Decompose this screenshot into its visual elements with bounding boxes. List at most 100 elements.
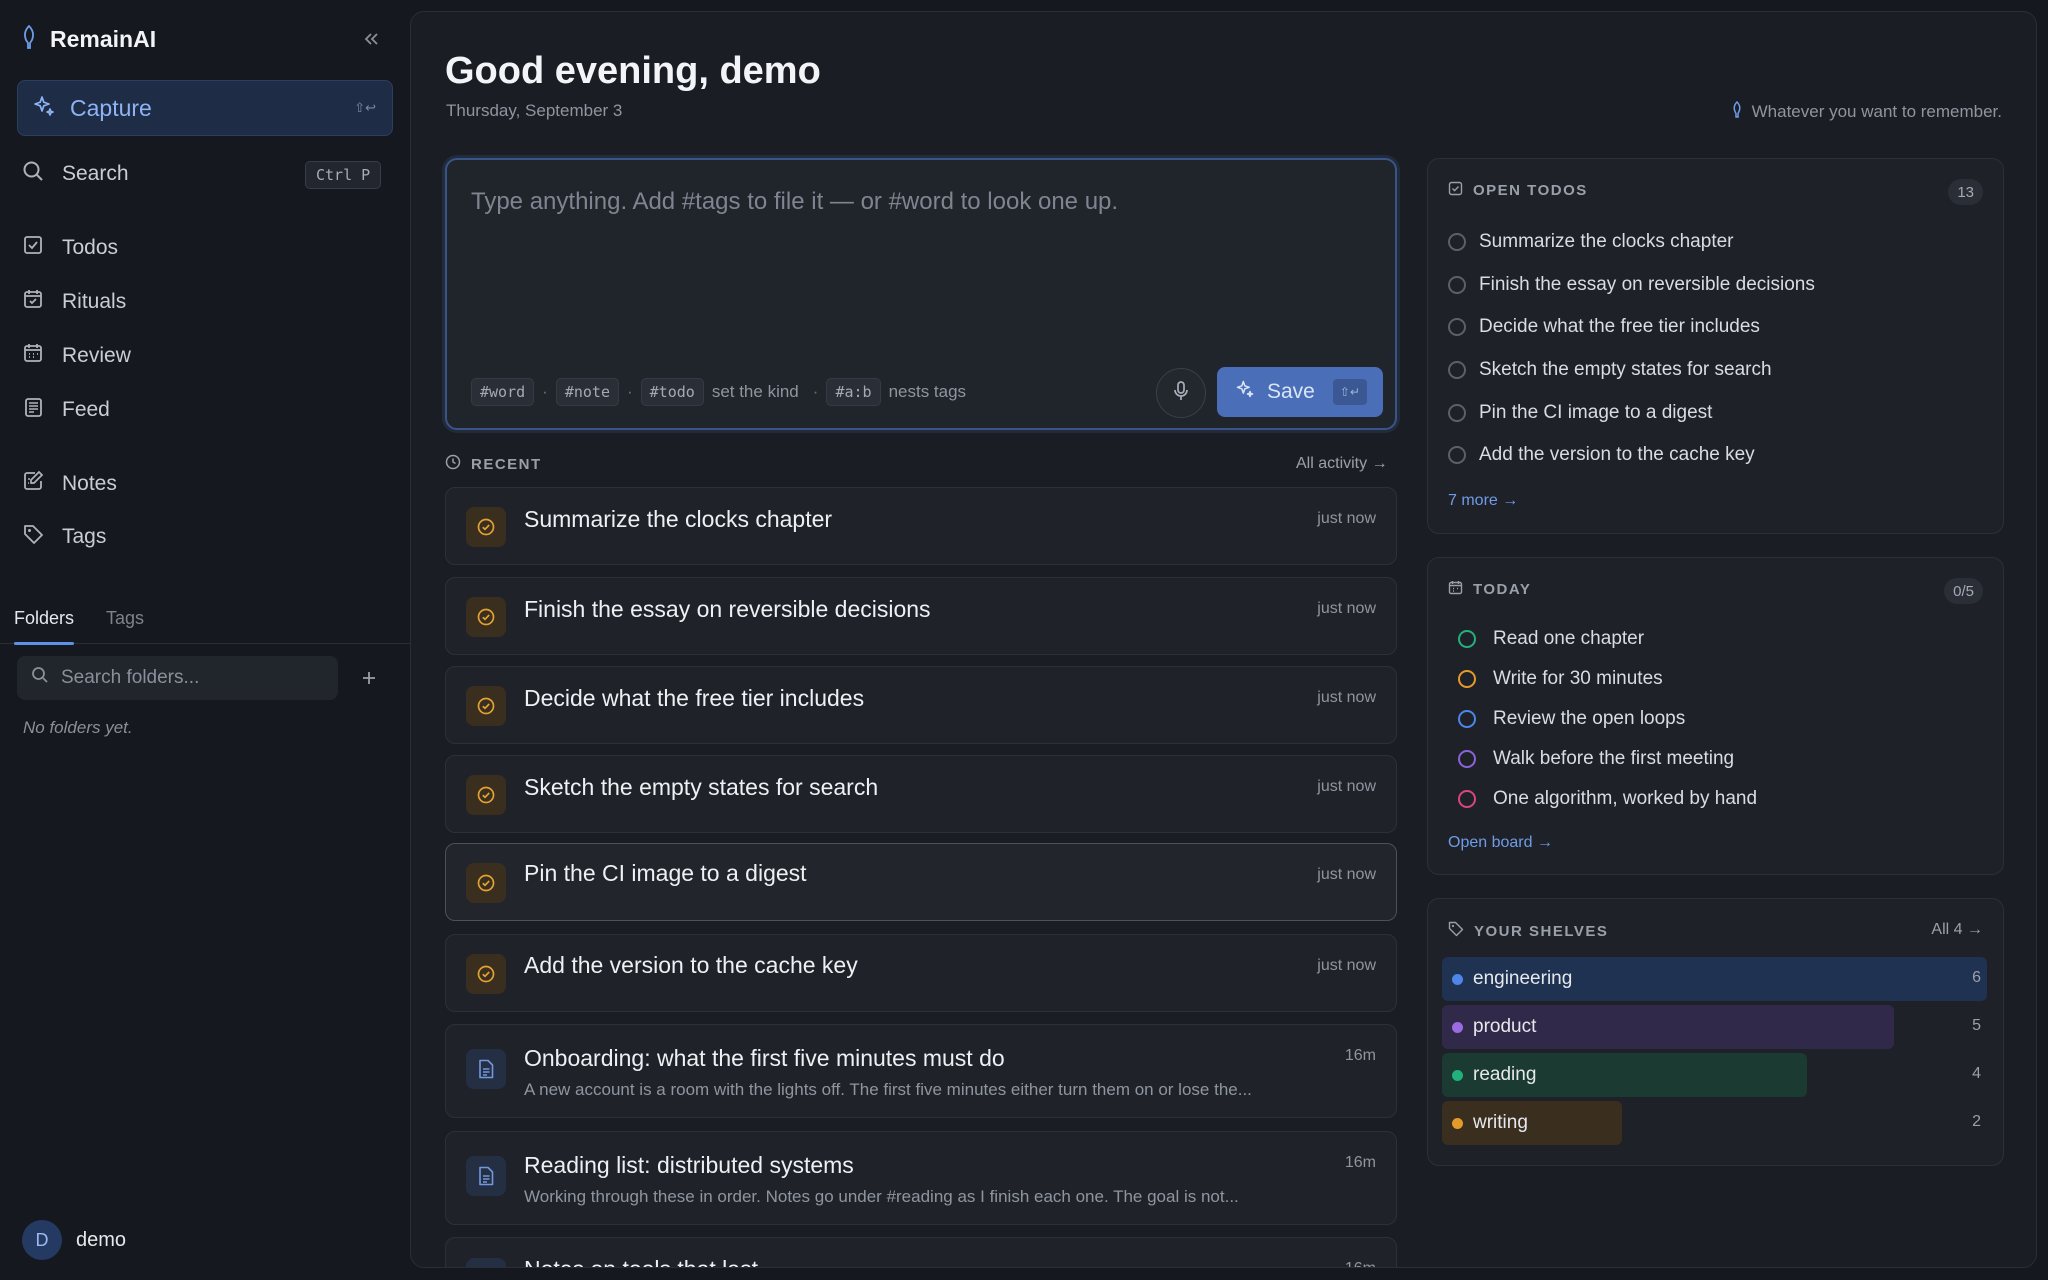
separator: · xyxy=(626,382,633,401)
separator: · xyxy=(542,382,548,401)
microphone-button[interactable] xyxy=(1156,368,1206,418)
shelf-count: 2 xyxy=(1972,1113,1981,1130)
composer-hints: #word · #note · #todo set the kind · #a:… xyxy=(471,378,966,406)
recent-item-title: Onboarding: what the first five minutes … xyxy=(524,1045,1005,1071)
panel-title: YOUR SHELVES xyxy=(1474,922,1609,940)
sidebar-item-search[interactable]: Search xyxy=(22,154,129,194)
todo-item[interactable]: Add the version to the cache key xyxy=(1448,444,1755,466)
all-shelves-link[interactable]: All 4 → xyxy=(1931,921,1983,939)
more-todos-link[interactable]: 7 more → xyxy=(1448,492,1518,510)
panel-title: TODAY xyxy=(1473,581,1532,598)
search-icon xyxy=(31,666,49,690)
recent-item[interactable]: Onboarding: what the first five minutes … xyxy=(445,1024,1397,1118)
sidebar-item-review[interactable]: Review xyxy=(22,336,131,376)
shelf-item-product[interactable]: product xyxy=(1442,1005,1894,1049)
recent-item-title: Sketch the empty states for search xyxy=(524,774,879,800)
open-todos-panel: OPEN TODOS 13 Summarize the clocks chapt… xyxy=(1427,158,2004,534)
todo-checkbox[interactable] xyxy=(1448,404,1466,422)
capture-button[interactable]: Capture ⇧↩ xyxy=(17,80,393,136)
recent-item-excerpt: Working through these in order. Notes go… xyxy=(524,1187,1239,1206)
todo-checkbox[interactable] xyxy=(1448,361,1466,379)
shelves-panel: YOUR SHELVES All 4 → engineering 6 produ… xyxy=(1427,898,2004,1166)
ritual-checkbox[interactable] xyxy=(1458,710,1476,728)
microphone-icon xyxy=(1172,380,1190,407)
tab-tags[interactable]: Tags xyxy=(106,608,144,629)
recent-item-title: Finish the essay on reversible decisions xyxy=(524,596,931,622)
sidebar-item-label: Search xyxy=(62,162,129,185)
ritual-checkbox[interactable] xyxy=(1458,630,1476,648)
recent-item[interactable]: Finish the essay on reversible decisions… xyxy=(445,577,1397,655)
todo-label: Summarize the clocks chapter xyxy=(1479,231,1734,252)
avatar: D xyxy=(22,1220,62,1260)
user-name: demo xyxy=(76,1228,127,1251)
capture-composer[interactable]: Type anything. Add #tags to file it — or… xyxy=(445,158,1397,430)
ritual-checkbox[interactable] xyxy=(1458,790,1476,808)
open-board-link[interactable]: Open board → xyxy=(1448,834,1553,852)
hint-text: set the kind xyxy=(711,382,799,401)
ritual-checkbox[interactable] xyxy=(1458,670,1476,688)
sidebar-item-notes[interactable]: Notes xyxy=(22,464,117,504)
save-label: Save xyxy=(1267,380,1315,403)
sparkle-icon xyxy=(1235,379,1255,405)
sidebar-item-label: Feed xyxy=(62,398,110,421)
sidebar-item-todos[interactable]: Todos xyxy=(22,228,118,268)
recent-item[interactable]: Decide what the free tier includes just … xyxy=(445,666,1397,744)
shelf-item-reading[interactable]: reading xyxy=(1442,1053,1807,1097)
ritual-item[interactable]: One algorithm, worked by hand xyxy=(1458,788,1757,810)
shelf-name: writing xyxy=(1473,1112,1528,1133)
recent-item-time: just now xyxy=(1317,866,1376,883)
todo-checkbox[interactable] xyxy=(1448,318,1466,336)
collapse-sidebar-icon[interactable] xyxy=(357,25,385,53)
shelf-name: product xyxy=(1473,1016,1537,1037)
recent-item[interactable]: Reading list: distributed systems Workin… xyxy=(445,1131,1397,1225)
todo-item[interactable]: Pin the CI image to a digest xyxy=(1448,402,1712,424)
ritual-item[interactable]: Review the open loops xyxy=(1458,708,1685,730)
ritual-item[interactable]: Write for 30 minutes xyxy=(1458,668,1663,690)
ritual-label: Walk before the first meeting xyxy=(1493,748,1735,769)
todo-checkbox[interactable] xyxy=(1448,233,1466,251)
today-panel: TODAY 0/5 Read one chapter Write for 30 … xyxy=(1427,557,2004,875)
ritual-checkbox[interactable] xyxy=(1458,750,1476,768)
date-label: Thursday, September 3 xyxy=(446,101,623,120)
shelf-name: reading xyxy=(1473,1064,1537,1085)
sidebar-item-label: Notes xyxy=(62,472,117,495)
todo-checkbox[interactable] xyxy=(1448,276,1466,294)
todo-item[interactable]: Decide what the free tier includes xyxy=(1448,316,1760,338)
todo-label: Add the version to the cache key xyxy=(1479,444,1755,465)
app-name: RemainAI xyxy=(50,25,157,52)
todo-checkbox[interactable] xyxy=(1448,446,1466,464)
ritual-item[interactable]: Read one chapter xyxy=(1458,628,1644,650)
all-activity-link[interactable]: All activity → xyxy=(1296,455,1388,473)
composer-input[interactable]: Type anything. Add #tags to file it — or… xyxy=(471,188,1118,216)
recent-item-title: Decide what the free tier includes xyxy=(524,685,865,711)
recent-item[interactable]: Notes on tools that last 16m xyxy=(445,1237,1397,1267)
brand[interactable]: RemainAI xyxy=(22,22,156,56)
main-panel: Good evening, demo Thursday, September 3… xyxy=(410,11,2037,1268)
ritual-progress-badge: 0/5 xyxy=(1944,578,1983,604)
sidebar-item-rituals[interactable]: Rituals xyxy=(22,282,126,322)
recent-item[interactable]: Summarize the clocks chapter just now xyxy=(445,487,1397,565)
add-folder-button[interactable] xyxy=(356,665,382,691)
recent-item-title: Add the version to the cache key xyxy=(524,952,858,978)
recent-item-time: just now xyxy=(1317,778,1376,795)
shelf-item-writing[interactable]: writing xyxy=(1442,1101,1622,1145)
todo-item[interactable]: Summarize the clocks chapter xyxy=(1448,231,1734,253)
user-menu[interactable]: D demo xyxy=(22,1220,126,1260)
todo-item[interactable]: Sketch the empty states for search xyxy=(1448,359,1772,381)
page-title: Good evening, demo xyxy=(445,50,821,92)
todo-item[interactable]: Finish the essay on reversible decisions xyxy=(1448,274,1815,296)
recent-item[interactable]: Add the version to the cache key just no… xyxy=(445,934,1397,1012)
document-icon xyxy=(466,1156,506,1196)
capture-label: Capture xyxy=(70,94,152,121)
recent-item[interactable]: Pin the CI image to a digest just now xyxy=(445,843,1397,921)
save-button[interactable]: Save ⇧↵ xyxy=(1217,367,1383,417)
sidebar-item-feed[interactable]: Feed xyxy=(22,390,110,430)
sidebar-item-tags[interactable]: Tags xyxy=(22,517,106,557)
todo-label: Finish the essay on reversible decisions xyxy=(1479,274,1815,295)
ritual-item[interactable]: Walk before the first meeting xyxy=(1458,748,1734,770)
tab-folders[interactable]: Folders xyxy=(14,608,75,645)
folder-search-input[interactable]: Search folders... xyxy=(17,656,338,700)
recent-item[interactable]: Sketch the empty states for search just … xyxy=(445,755,1397,833)
tag-icon xyxy=(22,523,44,551)
shelf-item-engineering[interactable]: engineering xyxy=(1442,957,1987,1001)
